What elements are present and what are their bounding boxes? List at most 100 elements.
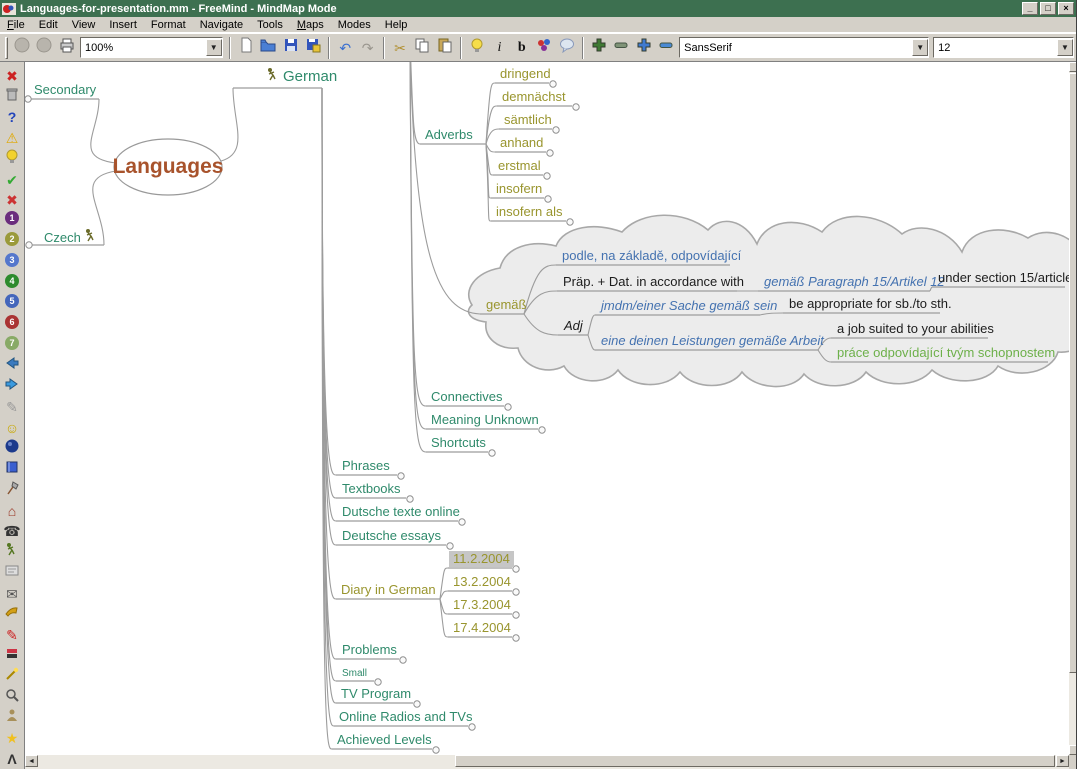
mindmap-node-d2[interactable]: 13.2.2004	[453, 574, 511, 590]
close-button[interactable]: ×	[1058, 2, 1074, 15]
mindmap-node-dutsche[interactable]: Dutsche texte online	[342, 504, 460, 520]
zoom-combo[interactable]: 100%▼	[80, 37, 223, 58]
undo-button[interactable]: ↶	[335, 37, 355, 59]
fold-indicator[interactable]	[573, 104, 579, 110]
fold-indicator[interactable]	[398, 473, 404, 479]
font-family-combo[interactable]: SansSerif▼	[679, 37, 929, 58]
mindmap-node-online[interactable]: Online Radios and TVs	[339, 709, 472, 725]
link-button[interactable]	[534, 37, 554, 59]
mindmap-node-a3[interactable]: sämtlich	[504, 112, 552, 128]
nav-forward-button[interactable]	[34, 37, 54, 59]
mindmap-node-g3a1[interactable]: be appropriate for sb./to sth.	[789, 296, 952, 312]
mindmap-node-phrases[interactable]: Phrases	[342, 458, 390, 474]
font-family-combo-value[interactable]: SansSerif	[680, 42, 912, 54]
mindmap-node-a1[interactable]: dringend	[500, 66, 551, 82]
fold-indicator[interactable]	[433, 747, 439, 753]
priority-3-icon[interactable]: 3	[2, 253, 22, 271]
mindmap-node-adverbs[interactable]: Adverbs	[425, 127, 473, 143]
toolbar-handle[interactable]	[5, 37, 8, 59]
increase-node-button[interactable]	[589, 37, 609, 59]
mindmap-node-d4[interactable]: 17.4.2004	[453, 620, 511, 636]
vertical-scrollbar[interactable]	[1069, 62, 1077, 755]
mindmap-node-czech[interactable]: Czech	[44, 228, 101, 248]
maximize-button[interactable]: □	[1040, 2, 1056, 15]
person-icon[interactable]	[2, 709, 22, 727]
fold-indicator[interactable]	[400, 657, 406, 663]
fold-indicator[interactable]	[513, 635, 519, 641]
star-icon[interactable]: ★	[2, 729, 22, 747]
mindmap-node-g3b1[interactable]: a job suited to your abilities	[837, 321, 994, 337]
fold-indicator[interactable]	[375, 679, 381, 685]
mindmap-node-d3[interactable]: 17.3.2004	[453, 597, 511, 613]
forward-icon[interactable]	[2, 378, 22, 396]
menu-modes[interactable]: Modes	[331, 18, 378, 32]
pencil-icon[interactable]: ✎	[2, 626, 22, 644]
mindmap-node-a2[interactable]: demnächst	[502, 89, 566, 105]
mindmap-node-problems[interactable]: Problems	[342, 642, 397, 658]
attach-icon[interactable]: ✎	[2, 398, 22, 416]
fold-indicator[interactable]	[407, 496, 413, 502]
horizontal-scroll-thumb[interactable]	[455, 755, 1055, 767]
menu-insert[interactable]: Insert	[102, 18, 144, 32]
menu-maps[interactable]: Maps	[290, 18, 331, 32]
fold-indicator[interactable]	[567, 219, 573, 225]
mindmap-node-a6[interactable]: insofern	[496, 181, 542, 197]
bold-button[interactable]: b	[512, 37, 532, 59]
mindmap-node-a7[interactable]: insofern als	[496, 204, 562, 220]
minimize-button[interactable]: _	[1022, 2, 1038, 15]
globe-icon[interactable]	[2, 440, 22, 458]
menu-navigate[interactable]: Navigate	[193, 18, 250, 32]
mindmap-node-d1[interactable]: 11.2.2004	[449, 551, 514, 567]
fold-indicator[interactable]	[25, 96, 31, 102]
warning-icon[interactable]: ⚠	[2, 129, 22, 147]
fax-icon[interactable]	[2, 564, 22, 582]
mindmap-node-achieved[interactable]: Achieved Levels	[337, 732, 432, 748]
fold-indicator[interactable]	[414, 701, 420, 707]
menu-view[interactable]: View	[65, 18, 103, 32]
increase-font-button[interactable]	[633, 37, 653, 59]
ok-icon[interactable]: ✔	[2, 171, 22, 189]
zoom-combo-arrow[interactable]: ▼	[206, 39, 222, 56]
book-icon[interactable]	[2, 460, 22, 478]
save-as-button[interactable]	[303, 37, 323, 59]
fold-indicator[interactable]	[553, 127, 559, 133]
wand-icon[interactable]	[2, 667, 22, 685]
mindmap-canvas[interactable]: SecondaryCzechLanguagesGermanAdverbsdrin…	[25, 62, 1069, 755]
font-family-combo-arrow[interactable]: ▼	[912, 39, 928, 56]
fold-indicator[interactable]	[26, 242, 32, 248]
mindmap-node-g2a1[interactable]: under section 15/article	[938, 270, 1069, 286]
mindmap-node-g3a[interactable]: jmdm/einer Sache gemäß sein	[601, 298, 777, 314]
fold-indicator[interactable]	[539, 427, 545, 433]
mindmap-node-a4[interactable]: anhand	[500, 135, 543, 151]
priority-4-icon[interactable]: 4	[2, 274, 22, 292]
mindmap-node-languages[interactable]: Languages	[113, 159, 224, 175]
mindmap-node-small[interactable]: Small	[342, 667, 367, 680]
tools-icon[interactable]	[2, 481, 22, 499]
priority-5-icon[interactable]: 5	[2, 295, 22, 313]
menu-tools[interactable]: Tools	[250, 18, 290, 32]
pedestrian-icon[interactable]	[2, 543, 22, 561]
eraser-icon[interactable]	[2, 647, 22, 665]
fold-indicator[interactable]	[547, 150, 553, 156]
menu-edit[interactable]: Edit	[32, 18, 65, 32]
magnifier-icon[interactable]	[2, 688, 22, 706]
idea-icon[interactable]	[2, 150, 22, 168]
home-icon[interactable]: ⌂	[2, 502, 22, 520]
priority-2-icon[interactable]: 2	[2, 233, 22, 251]
fold-indicator[interactable]	[505, 404, 511, 410]
mindmap-node-gemass[interactable]: gemäß	[486, 297, 526, 313]
new-map-button[interactable]	[236, 37, 256, 59]
mindmap-node-meaning[interactable]: Meaning Unknown	[431, 412, 539, 428]
font-size-combo-arrow[interactable]: ▼	[1057, 39, 1073, 56]
font-size-combo[interactable]: 12▼	[933, 37, 1074, 58]
copy-button[interactable]	[412, 37, 432, 59]
mindmap-node-g3b2[interactable]: práce odpovídající tvým schopnostem	[837, 345, 1055, 361]
idea-button[interactable]	[467, 37, 487, 59]
open-map-button[interactable]	[258, 37, 278, 59]
decrease-font-button[interactable]	[656, 37, 676, 59]
priority-1-icon[interactable]: 1	[2, 212, 22, 230]
phone-icon[interactable]: ☎	[2, 522, 22, 540]
back-icon[interactable]	[2, 357, 22, 375]
not-ok-icon[interactable]: ✖	[2, 191, 22, 209]
scroll-up-arrow[interactable]	[1069, 62, 1077, 72]
